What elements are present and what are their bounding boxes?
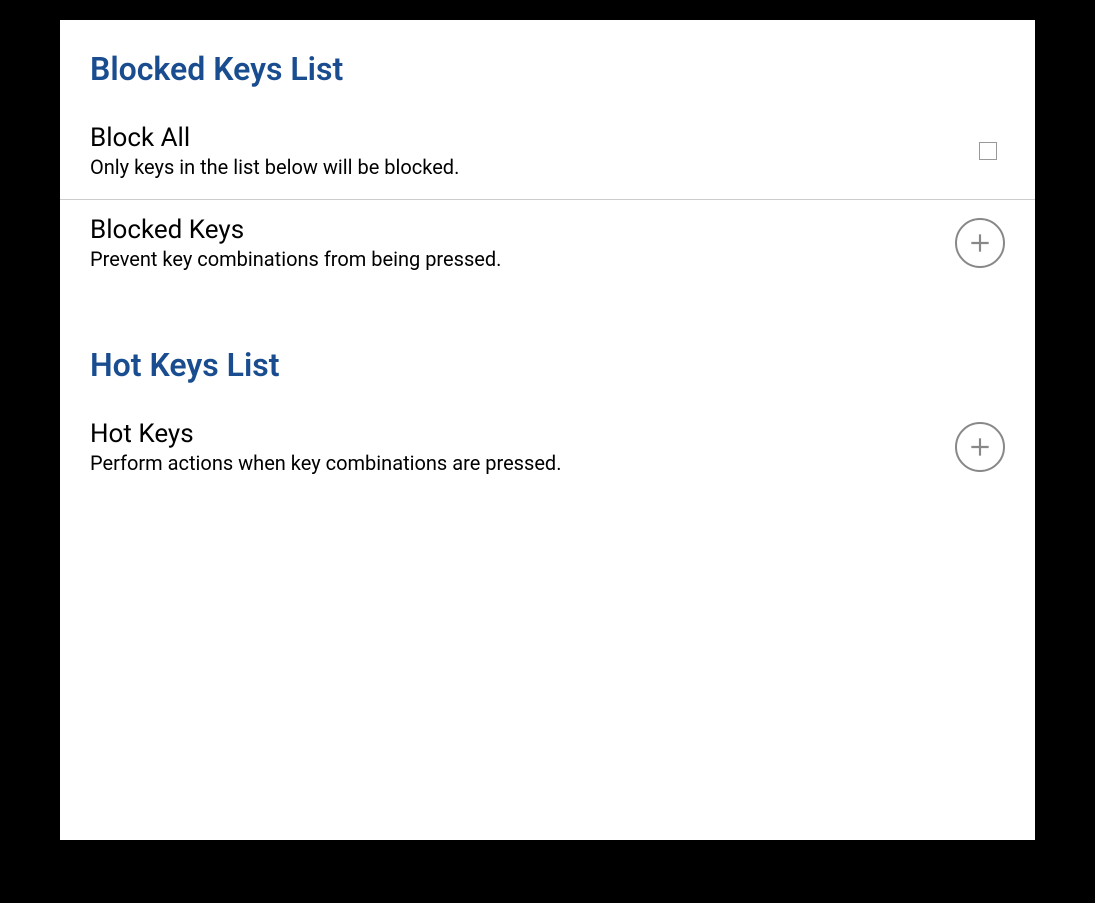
block-all-subtitle: Only keys in the list below will be bloc…	[90, 155, 979, 179]
block-all-checkbox[interactable]	[979, 142, 997, 160]
block-all-text: Block All Only keys in the list below wi…	[90, 123, 979, 179]
blocked-keys-subtitle: Prevent key combinations from being pres…	[90, 247, 955, 271]
hot-keys-list-heading: Hot Keys List	[60, 346, 1035, 404]
blocked-keys-row: Blocked Keys Prevent key combinations fr…	[60, 200, 1035, 291]
add-hot-key-button[interactable]	[955, 422, 1005, 472]
block-all-title: Block All	[90, 123, 979, 153]
plus-icon	[967, 230, 993, 256]
add-blocked-key-button[interactable]	[955, 218, 1005, 268]
blocked-keys-list-heading: Blocked Keys List	[60, 50, 1035, 108]
blocked-keys-text: Blocked Keys Prevent key combinations fr…	[90, 215, 955, 271]
hot-keys-text: Hot Keys Perform actions when key combin…	[90, 419, 955, 475]
hot-keys-subtitle: Perform actions when key combinations ar…	[90, 451, 955, 475]
hot-keys-title: Hot Keys	[90, 419, 955, 449]
block-all-row: Block All Only keys in the list below wi…	[60, 108, 1035, 199]
plus-icon	[967, 434, 993, 460]
blocked-keys-title: Blocked Keys	[90, 215, 955, 245]
hot-keys-row: Hot Keys Perform actions when key combin…	[60, 404, 1035, 495]
settings-panel: Blocked Keys List Block All Only keys in…	[60, 20, 1035, 840]
